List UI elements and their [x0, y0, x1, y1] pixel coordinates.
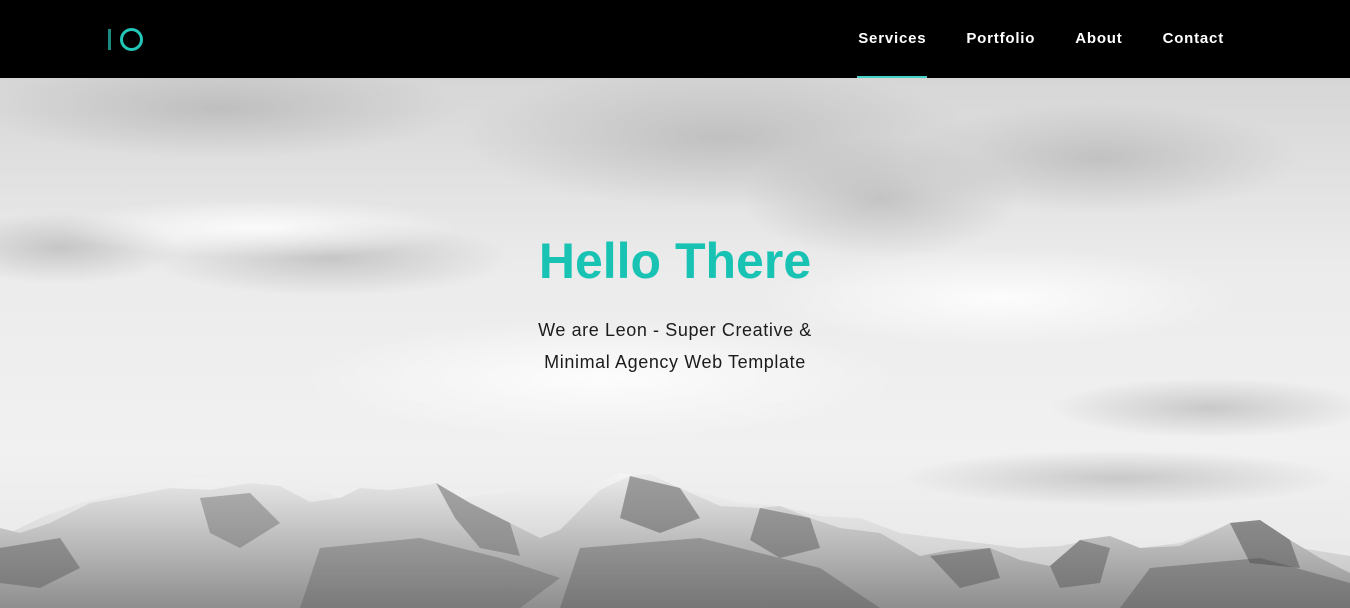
- page: Services Portfolio About Contact Hello T…: [0, 0, 1350, 608]
- hero-content: Hello There We are Leon - Super Creative…: [0, 228, 1350, 378]
- nav-item-portfolio[interactable]: Portfolio: [966, 0, 1035, 78]
- hero-section: Hello There We are Leon - Super Creative…: [0, 78, 1350, 608]
- nav-item-about[interactable]: About: [1075, 0, 1122, 78]
- main-nav: Services Portfolio About Contact: [818, 0, 1224, 78]
- nav-item-services[interactable]: Services: [857, 0, 928, 78]
- hero-title: Hello There: [538, 233, 812, 289]
- logo-ring-shape: [120, 28, 143, 51]
- top-navbar: Services Portfolio About Contact: [0, 0, 1350, 78]
- io-logo-icon[interactable]: [106, 27, 146, 53]
- nav-item-contact[interactable]: Contact: [1163, 0, 1224, 78]
- logo-bar-shape: [108, 29, 111, 50]
- hero-subtitle: We are Leon - Super Creative & Minimal A…: [538, 320, 812, 372]
